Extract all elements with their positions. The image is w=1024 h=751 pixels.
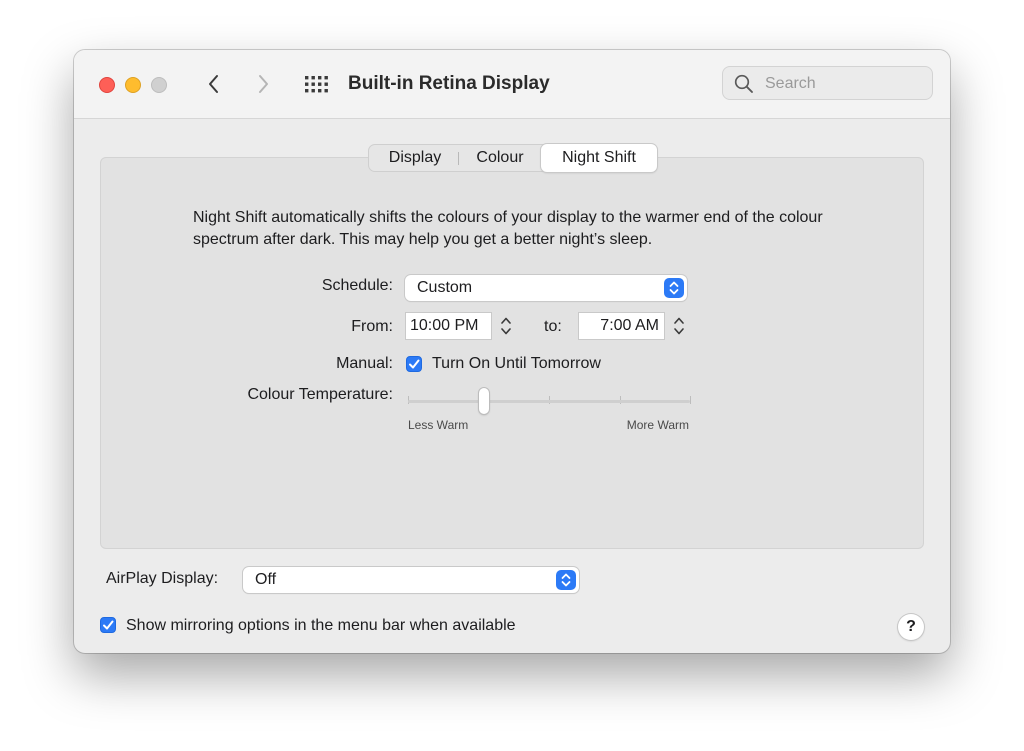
- tab-colour[interactable]: Colour: [463, 145, 537, 171]
- zoom-button[interactable]: [151, 77, 167, 93]
- tab-separator: [458, 152, 459, 165]
- checkmark-icon: [409, 359, 420, 369]
- to-time-stepper[interactable]: [670, 313, 688, 339]
- colour-temperature-label: Colour Temperature:: [247, 386, 393, 403]
- tab-night-shift[interactable]: Night Shift: [541, 144, 657, 172]
- schedule-popup[interactable]: Custom: [405, 275, 687, 301]
- close-button[interactable]: [99, 77, 115, 93]
- schedule-label: Schedule:: [321, 277, 393, 294]
- airplay-display-value: Off: [255, 571, 277, 588]
- manual-checkbox-label[interactable]: Turn On Until Tomorrow: [432, 355, 601, 373]
- help-button[interactable]: ?: [898, 614, 924, 640]
- to-time-value: 7:00 AM: [600, 317, 659, 334]
- manual-checkbox[interactable]: [406, 356, 422, 372]
- search-icon: [734, 74, 753, 93]
- night-shift-description: Night Shift automatically shifts the col…: [193, 209, 823, 248]
- mirroring-checkbox[interactable]: [100, 617, 116, 633]
- slider-thumb[interactable]: [479, 388, 489, 414]
- tab-display[interactable]: Display: [377, 145, 453, 171]
- up-down-arrows-icon: [501, 317, 511, 335]
- show-all-button[interactable]: [304, 74, 328, 94]
- manual-label: Manual:: [336, 355, 393, 372]
- chevron-right-icon: [259, 75, 268, 93]
- colour-temperature-slider[interactable]: [408, 386, 692, 422]
- preferences-window: Built-in Retina Display Display Colour N…: [74, 50, 950, 653]
- grid-icon: [305, 76, 328, 93]
- up-down-arrows-icon: [556, 570, 576, 590]
- back-button[interactable]: [202, 70, 226, 98]
- schedule-value: Custom: [417, 279, 473, 296]
- mirroring-checkbox-label[interactable]: Show mirroring options in the menu bar w…: [126, 617, 516, 635]
- to-label: to:: [544, 318, 562, 335]
- title-bar: Built-in Retina Display: [74, 50, 950, 119]
- slider-track: [408, 400, 690, 403]
- minimize-button[interactable]: [125, 77, 141, 93]
- slider-min-label: Less Warm: [408, 418, 469, 432]
- up-down-arrows-icon: [664, 278, 684, 298]
- from-label: From:: [351, 318, 393, 335]
- checkmark-icon: [103, 620, 114, 630]
- from-time-stepper[interactable]: [497, 313, 515, 339]
- to-time-field[interactable]: 7:00 AM: [579, 313, 664, 339]
- up-down-arrows-icon: [674, 317, 684, 335]
- tab-bar: Display Colour Night Shift: [368, 144, 658, 172]
- window-title: Built-in Retina Display: [348, 73, 550, 94]
- from-time-value: 10:00 PM: [410, 317, 479, 334]
- slider-max-label: More Warm: [626, 418, 689, 432]
- airplay-display-popup[interactable]: Off: [243, 567, 579, 593]
- chevron-left-icon: [209, 75, 218, 93]
- slider-tick: [690, 396, 691, 404]
- forward-button[interactable]: [251, 70, 275, 98]
- search-input[interactable]: [763, 67, 927, 101]
- search-field[interactable]: [722, 66, 933, 101]
- airplay-display-label: AirPlay Display:: [106, 570, 219, 587]
- from-time-field[interactable]: 10:00 PM: [406, 313, 491, 339]
